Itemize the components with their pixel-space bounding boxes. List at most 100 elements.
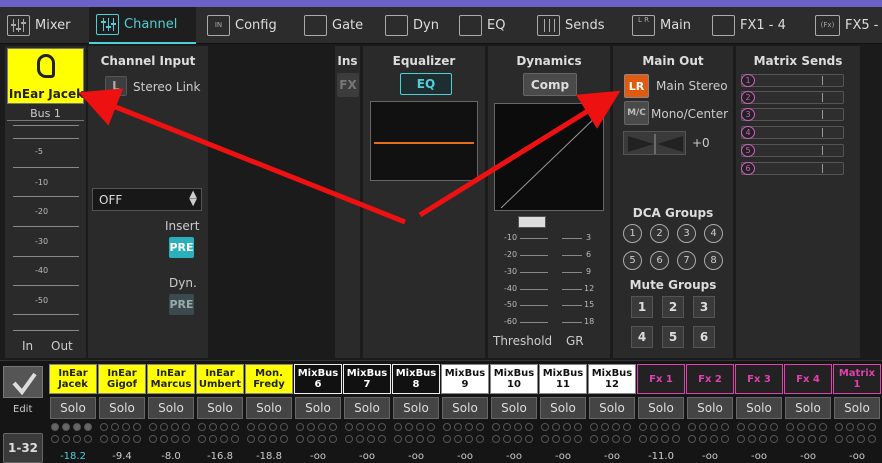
solo-button[interactable]: Solo xyxy=(393,397,439,419)
mute-group-button[interactable]: 6 xyxy=(693,326,715,348)
dca-group-button[interactable]: 1 xyxy=(623,224,642,243)
solo-button[interactable]: Solo xyxy=(491,397,537,419)
dyn-pre-button[interactable]: PRE xyxy=(169,294,194,315)
strip-name[interactable]: MixBus 6 xyxy=(294,364,342,394)
mix-strip[interactable]: MixBus 11 Solo -oo xyxy=(539,364,587,463)
strip-name[interactable]: Matrix 1 xyxy=(833,364,881,394)
ins-fx-button[interactable]: FX xyxy=(337,73,359,97)
matrix-send-slider[interactable]: 1 xyxy=(741,74,844,87)
tab-fx1-4[interactable]: FX1 - 4 xyxy=(705,7,805,44)
strip-name[interactable]: MixBus 8 xyxy=(392,364,440,394)
tab-fx5[interactable]: (Fx) FX5 - xyxy=(808,7,882,44)
solo-button[interactable]: Solo xyxy=(295,397,341,419)
mix-strip[interactable]: InEar Umbert Solo -16.8 xyxy=(196,364,244,463)
solo-button[interactable]: Solo xyxy=(589,397,635,419)
strip-name[interactable]: Fx 1 xyxy=(637,364,685,394)
strip-name[interactable]: Fx 4 xyxy=(784,364,832,394)
strip-name[interactable]: MixBus 11 xyxy=(539,364,587,394)
dca-group-button[interactable]: 5 xyxy=(623,251,642,270)
solo-button[interactable]: Solo xyxy=(687,397,733,419)
dca-group-button[interactable]: 3 xyxy=(677,224,696,243)
matrix-send-slider[interactable]: 5 xyxy=(741,144,844,157)
strip-name[interactable]: MixBus 12 xyxy=(588,364,636,394)
strip-name[interactable]: MixBus 7 xyxy=(343,364,391,394)
strip-name[interactable]: Mon. Fredy xyxy=(245,364,293,394)
main-lr-button[interactable]: LR xyxy=(624,74,649,98)
solo-button[interactable]: Solo xyxy=(785,397,831,419)
mix-strip[interactable]: InEar Marcus Solo -8.0 xyxy=(147,364,195,463)
input-source-select[interactable]: OFF ▲ ▼ xyxy=(92,188,202,211)
solo-button[interactable]: Solo xyxy=(148,397,194,419)
comp-button[interactable]: Comp xyxy=(523,73,577,96)
eq-curve-display[interactable] xyxy=(370,101,478,181)
bank-select-button[interactable]: 1-32 xyxy=(3,433,43,463)
tab-mixer[interactable]: Mixer xyxy=(0,7,89,44)
mix-strip[interactable]: Matrix 1 Solo -oo xyxy=(833,364,881,463)
mix-strip[interactable]: MixBus 10 Solo -oo xyxy=(490,364,538,463)
matrix-send-slider[interactable]: 3 xyxy=(741,108,844,121)
dca-group-button[interactable]: 4 xyxy=(704,224,723,243)
matrix-send-slider[interactable]: 6 xyxy=(741,162,844,175)
mix-strip[interactable]: MixBus 9 Solo -oo xyxy=(441,364,489,463)
mute-group-button[interactable]: 4 xyxy=(631,326,653,348)
main-pan-slider[interactable] xyxy=(623,131,686,155)
solo-button[interactable]: Solo xyxy=(246,397,292,419)
solo-button[interactable]: Solo xyxy=(99,397,145,419)
solo-button[interactable]: Solo xyxy=(50,397,96,419)
strip-name[interactable]: InEar Umbert xyxy=(196,364,244,394)
solo-button[interactable]: Solo xyxy=(344,397,390,419)
mix-strip[interactable]: MixBus 7 Solo -oo xyxy=(343,364,391,463)
mute-group-button[interactable]: 2 xyxy=(662,296,684,318)
strip-name[interactable]: Fx 3 xyxy=(735,364,783,394)
mute-group-button[interactable]: 5 xyxy=(662,326,684,348)
matrix-send-slider[interactable]: 2 xyxy=(741,91,844,104)
solo-button[interactable]: Solo xyxy=(834,397,880,419)
insert-pre-button[interactable]: PRE xyxy=(169,237,194,258)
tab-main[interactable]: L R Main xyxy=(625,7,705,44)
dca-group-button[interactable]: 8 xyxy=(704,251,723,270)
stereo-link-button[interactable]: L xyxy=(105,76,127,96)
solo-button[interactable]: Solo xyxy=(540,397,586,419)
mix-strip[interactable]: Fx 1 Solo -11.0 xyxy=(637,364,685,463)
mix-strip[interactable]: InEar Jacek Solo -18.2 xyxy=(49,364,97,463)
tab-sends[interactable]: Sends xyxy=(530,7,615,44)
strip-name[interactable]: InEar Gigof xyxy=(98,364,146,394)
threshold-handle[interactable] xyxy=(518,216,546,228)
tab-dyn[interactable]: Dyn xyxy=(378,7,450,44)
mix-strip[interactable]: InEar Gigof Solo -9.4 xyxy=(98,364,146,463)
mute-group-button[interactable]: 1 xyxy=(631,296,653,318)
solo-button[interactable]: Solo xyxy=(638,397,684,419)
strip-name[interactable]: InEar Jacek xyxy=(49,364,97,394)
mix-strip[interactable]: MixBus 6 Solo -oo xyxy=(294,364,342,463)
strip-name[interactable]: MixBus 9 xyxy=(441,364,489,394)
solo-button[interactable]: Solo xyxy=(736,397,782,419)
mix-strip[interactable]: MixBus 8 Solo -oo xyxy=(392,364,440,463)
tab-eq[interactable]: EQ xyxy=(452,7,527,44)
mix-strip[interactable]: Fx 4 Solo -oo xyxy=(784,364,832,463)
tab-label: Mixer xyxy=(35,18,71,33)
channel-name-tile[interactable]: InEar Jacek xyxy=(7,48,84,104)
solo-button[interactable]: Solo xyxy=(197,397,243,419)
dca-group-button[interactable]: 7 xyxy=(677,251,696,270)
solo-button[interactable]: Solo xyxy=(442,397,488,419)
pan-arrows-icon xyxy=(628,134,683,154)
dca-group-button[interactable]: 6 xyxy=(650,251,669,270)
strip-name[interactable]: InEar Marcus xyxy=(147,364,195,394)
mix-strip[interactable]: MixBus 12 Solo -oo xyxy=(588,364,636,463)
tab-gate[interactable]: Gate xyxy=(297,7,370,44)
dca-group-button[interactable]: 2 xyxy=(650,224,669,243)
eq-button[interactable]: EQ xyxy=(400,73,452,95)
tab-label: Config xyxy=(235,18,277,33)
tab-config[interactable]: IN Config xyxy=(200,7,297,44)
matrix-send-slider[interactable]: 4 xyxy=(741,126,844,139)
edit-button[interactable] xyxy=(3,366,43,398)
mix-strip[interactable]: Mon. Fredy Solo -18.8 xyxy=(245,364,293,463)
mix-strip[interactable]: Fx 3 Solo -oo xyxy=(735,364,783,463)
mix-strip[interactable]: Fx 2 Solo -oo xyxy=(686,364,734,463)
strip-name[interactable]: Fx 2 xyxy=(686,364,734,394)
dynamics-curve-display[interactable] xyxy=(494,103,604,211)
strip-name[interactable]: MixBus 10 xyxy=(490,364,538,394)
mute-group-button[interactable]: 3 xyxy=(693,296,715,318)
tab-channel[interactable]: Channel xyxy=(89,7,196,44)
mono-center-button[interactable]: M/C xyxy=(624,101,649,125)
